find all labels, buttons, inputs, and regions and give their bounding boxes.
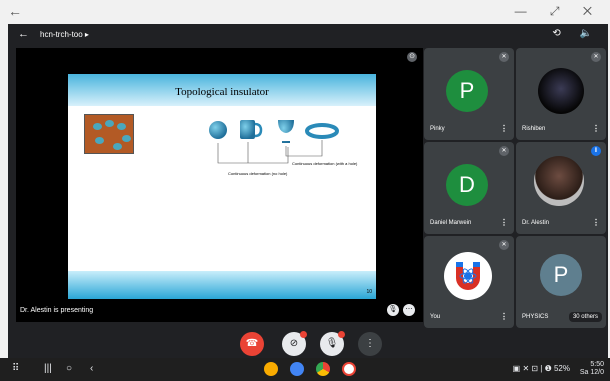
window-controls[interactable]: — ⤢ ✕ bbox=[515, 4, 602, 19]
ring-shape bbox=[117, 123, 126, 130]
end-call-button[interactable]: ☎ bbox=[240, 332, 264, 356]
avatar bbox=[538, 68, 584, 114]
magnet-atom-icon bbox=[456, 262, 480, 290]
ring-shape bbox=[105, 120, 114, 127]
chrome-app-icon[interactable] bbox=[316, 362, 330, 376]
participant-tile[interactable]: P PHYSICS 30 others bbox=[516, 236, 606, 328]
avatar: D bbox=[446, 164, 488, 206]
mic-off-icon: ✕ bbox=[499, 146, 509, 156]
more-vert-icon[interactable]: ⋮ bbox=[500, 218, 508, 227]
more-vert-icon[interactable]: ⋮ bbox=[592, 218, 600, 227]
torus-shape bbox=[305, 123, 339, 139]
participant-name: You bbox=[430, 314, 441, 320]
system-nav-bar: ⠿ ||| ○ ‹ ▣ ✕ ⊡ | ❶ 52% 5:50 Sa 12/0 bbox=[0, 358, 610, 381]
mug-shape bbox=[240, 120, 255, 139]
ring-shape bbox=[95, 137, 104, 144]
participant-name: Daniel Marwein bbox=[430, 220, 472, 226]
gmail-app-icon[interactable] bbox=[342, 362, 356, 376]
others-count[interactable]: 30 others bbox=[568, 312, 602, 322]
header-actions[interactable]: ⟲ 🔈 bbox=[552, 28, 600, 39]
slide-caption-left: Continuous deformation (no hole) bbox=[228, 171, 288, 176]
time-text: 5:50 bbox=[590, 361, 604, 368]
ring-shape bbox=[113, 143, 122, 150]
arrows bbox=[217, 140, 323, 164]
presentation-pane[interactable]: ⊙ Topological insulator Continuous defor… bbox=[16, 48, 423, 322]
date-text: Sa 12/0 bbox=[579, 369, 604, 376]
participant-name: PHYSICS bbox=[522, 314, 549, 320]
mic-off-icon: ✕ bbox=[499, 240, 509, 250]
alert-dot bbox=[300, 331, 307, 338]
participant-name: Rishiben bbox=[522, 126, 546, 132]
mic-toggle-button[interactable]: 🎙 bbox=[320, 331, 345, 356]
meeting-header: ← hcn-trch-too ▸ ⟲ 🔈 bbox=[8, 24, 608, 46]
apps-grid-icon[interactable]: ⠿ bbox=[12, 363, 19, 374]
window-back-icon[interactable]: ← bbox=[8, 3, 22, 19]
ring-shape bbox=[122, 135, 131, 142]
back-icon[interactable]: ‹ bbox=[90, 363, 93, 374]
avatar: P bbox=[540, 254, 582, 296]
slide-page-number: 10 bbox=[366, 289, 372, 295]
cup-shape bbox=[278, 120, 294, 143]
participant-name: Dr. Alestin bbox=[522, 220, 550, 226]
camera-toggle-button[interactable]: ⊘ bbox=[282, 331, 307, 356]
mug-handle-shape bbox=[254, 122, 263, 138]
settings-app-icon[interactable] bbox=[290, 362, 304, 376]
window-bar: ← — ⤢ ✕ bbox=[0, 0, 610, 24]
clock[interactable]: 5:50 Sa 12/0 bbox=[580, 361, 604, 377]
slide-photo bbox=[84, 114, 134, 154]
avatar bbox=[534, 156, 584, 206]
meeting-area: ← hcn-trch-too ▸ ⟲ 🔈 ⊙ Topological insul… bbox=[8, 24, 608, 358]
alert-dot bbox=[338, 331, 345, 338]
status-icons: ▣ ✕ ⊡ | ❶ 52% bbox=[512, 364, 570, 373]
participant-tile[interactable]: ✕ D Daniel Marwein ⋮ bbox=[424, 142, 514, 234]
presenter-options-icon[interactable]: ⋯ bbox=[403, 304, 415, 316]
back-arrow-icon[interactable]: ← bbox=[18, 28, 29, 40]
more-options-button[interactable]: ⋮ bbox=[358, 332, 382, 356]
slide: Topological insulator Continuous deforma… bbox=[68, 74, 376, 299]
presenter-mic-icon[interactable]: 🎙 bbox=[387, 304, 399, 316]
ring-shape bbox=[93, 123, 102, 130]
presenting-label: Dr. Alestin is presenting bbox=[20, 307, 94, 314]
participant-name: Pinky bbox=[430, 126, 445, 132]
participant-tile[interactable]: ✕ Rishiben ⋮ bbox=[516, 48, 606, 140]
mic-off-icon: ✕ bbox=[499, 52, 509, 62]
sphere-shape bbox=[209, 121, 227, 139]
pin-icon[interactable]: ⊙ bbox=[407, 52, 417, 62]
mic-off-icon: ✕ bbox=[591, 52, 601, 62]
home-icon[interactable]: ○ bbox=[66, 363, 72, 374]
recents-icon[interactable]: ||| bbox=[44, 363, 52, 374]
avatar bbox=[444, 252, 492, 300]
more-vert-icon[interactable]: ⋮ bbox=[500, 124, 508, 133]
participant-tile[interactable]: ✕ You ⋮ bbox=[424, 236, 514, 328]
slide-title: Topological insulator bbox=[175, 86, 269, 98]
avatar: P bbox=[446, 70, 488, 112]
participant-tile[interactable]: ⦀ Dr. Alestin ⋮ bbox=[516, 142, 606, 234]
files-app-icon[interactable] bbox=[264, 362, 278, 376]
slide-caption-right: Continuous deformation (with a hole) bbox=[292, 161, 358, 166]
speaking-icon: ⦀ bbox=[591, 146, 601, 156]
slide-bottom-band bbox=[68, 271, 376, 299]
more-vert-icon[interactable]: ⋮ bbox=[592, 124, 600, 133]
more-vert-icon[interactable]: ⋮ bbox=[500, 312, 508, 321]
meeting-code[interactable]: hcn-trch-too ▸ bbox=[40, 30, 89, 39]
participant-tile[interactable]: ✕ P Pinky ⋮ bbox=[424, 48, 514, 140]
